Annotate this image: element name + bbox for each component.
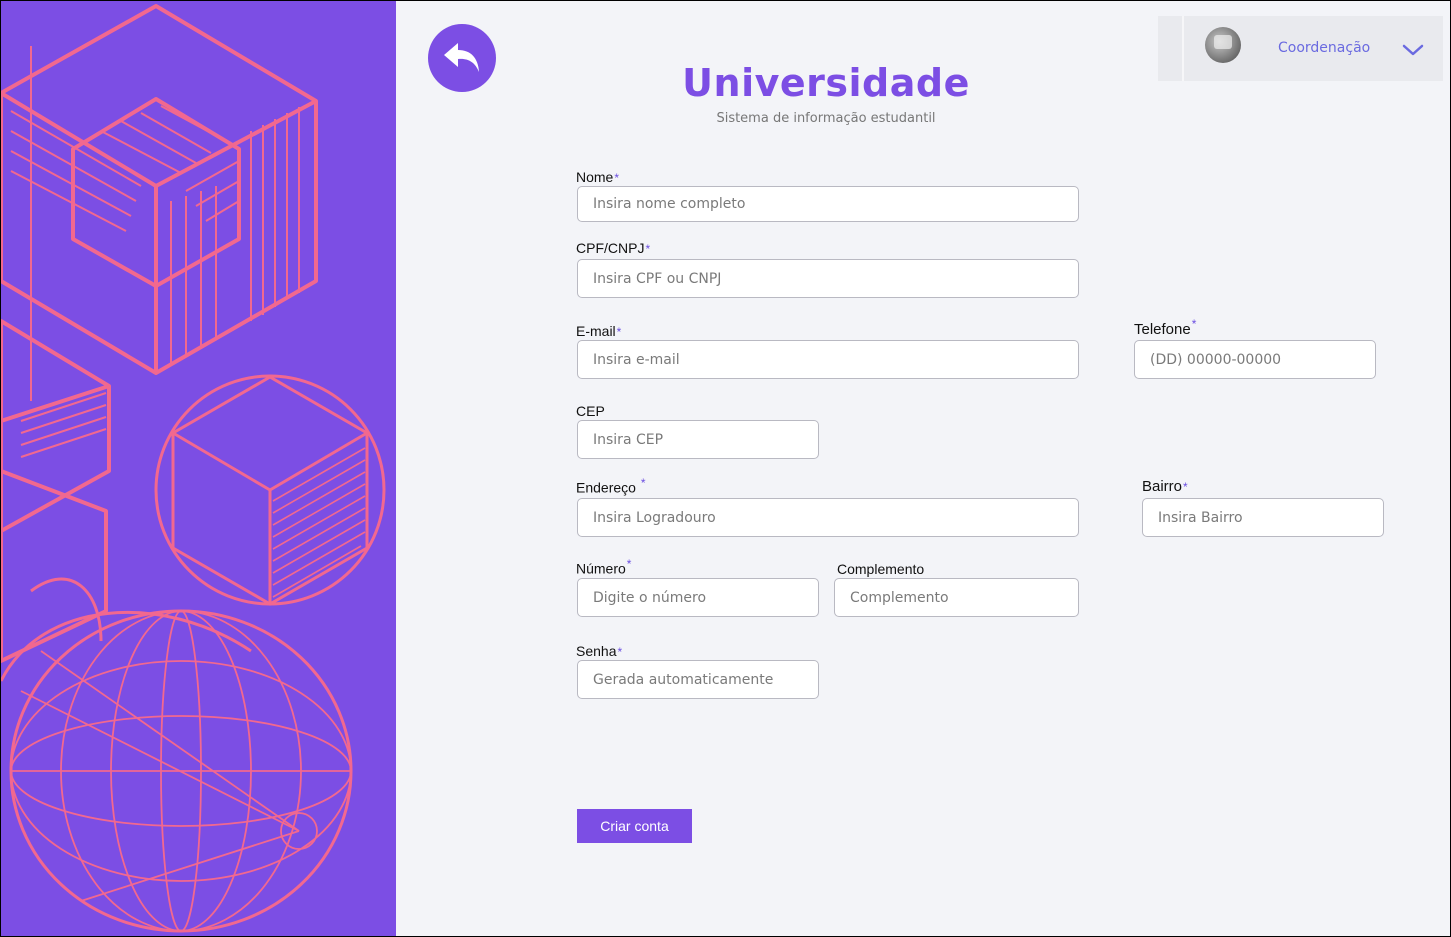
nome-input[interactable] <box>577 186 1079 222</box>
complemento-label: Complemento <box>837 561 925 577</box>
telefone-label: Telefone* <box>1134 317 1196 338</box>
email-label: E-mail* <box>576 323 621 339</box>
senha-input[interactable] <box>577 660 819 699</box>
bairro-label: Bairro* <box>1142 478 1188 495</box>
telefone-input[interactable] <box>1134 340 1376 379</box>
senha-label-text: Senha <box>576 643 617 659</box>
senha-label: Senha* <box>576 643 622 659</box>
numero-label-text: Número <box>576 560 626 577</box>
user-name: Coordenação <box>1278 40 1371 56</box>
avatar <box>1205 27 1241 63</box>
cpf-input[interactable] <box>577 259 1079 298</box>
required-marker: * <box>1191 317 1197 331</box>
create-account-button[interactable]: Criar conta <box>577 809 692 843</box>
required-marker: * <box>626 557 632 571</box>
bairro-label-text: Bairro <box>1142 478 1183 495</box>
required-marker: * <box>616 325 622 339</box>
nome-label: Nome* <box>576 169 619 185</box>
page: Universidade Sistema de informação estud… <box>0 0 1451 937</box>
nome-label-text: Nome <box>576 169 614 185</box>
page-subtitle: Sistema de informação estudantil <box>716 111 936 126</box>
user-menu[interactable]: Coordenação <box>1158 16 1443 81</box>
endereco-label-text: Endereço <box>576 479 636 496</box>
telefone-label-text: Telefone <box>1134 321 1191 338</box>
reply-arrow-icon <box>444 43 479 72</box>
required-marker: * <box>614 171 620 185</box>
required-marker: * <box>617 645 623 659</box>
cep-input[interactable] <box>577 420 819 459</box>
required-marker: * <box>640 476 646 490</box>
user-menu-divider <box>1182 16 1184 81</box>
cep-label: CEP <box>576 403 605 419</box>
endereco-label: Endereço * <box>576 476 646 496</box>
cpf-label-text: CPF/CNPJ <box>576 240 645 256</box>
numero-input[interactable] <box>577 578 819 617</box>
required-marker: * <box>1183 480 1188 494</box>
bairro-input[interactable] <box>1142 498 1384 537</box>
endereco-input[interactable] <box>577 498 1079 537</box>
back-button[interactable] <box>428 24 496 92</box>
numero-label: Número* <box>576 557 631 577</box>
email-input[interactable] <box>577 340 1079 379</box>
complemento-input[interactable] <box>834 578 1079 617</box>
required-marker: * <box>645 242 651 256</box>
page-title: Universidade <box>682 61 970 105</box>
chevron-down-icon[interactable] <box>1402 43 1424 57</box>
cpf-label: CPF/CNPJ* <box>576 240 650 256</box>
geometric-illustration <box>1 4 386 933</box>
decorative-side-panel <box>1 1 396 936</box>
email-label-text: E-mail <box>576 323 616 339</box>
